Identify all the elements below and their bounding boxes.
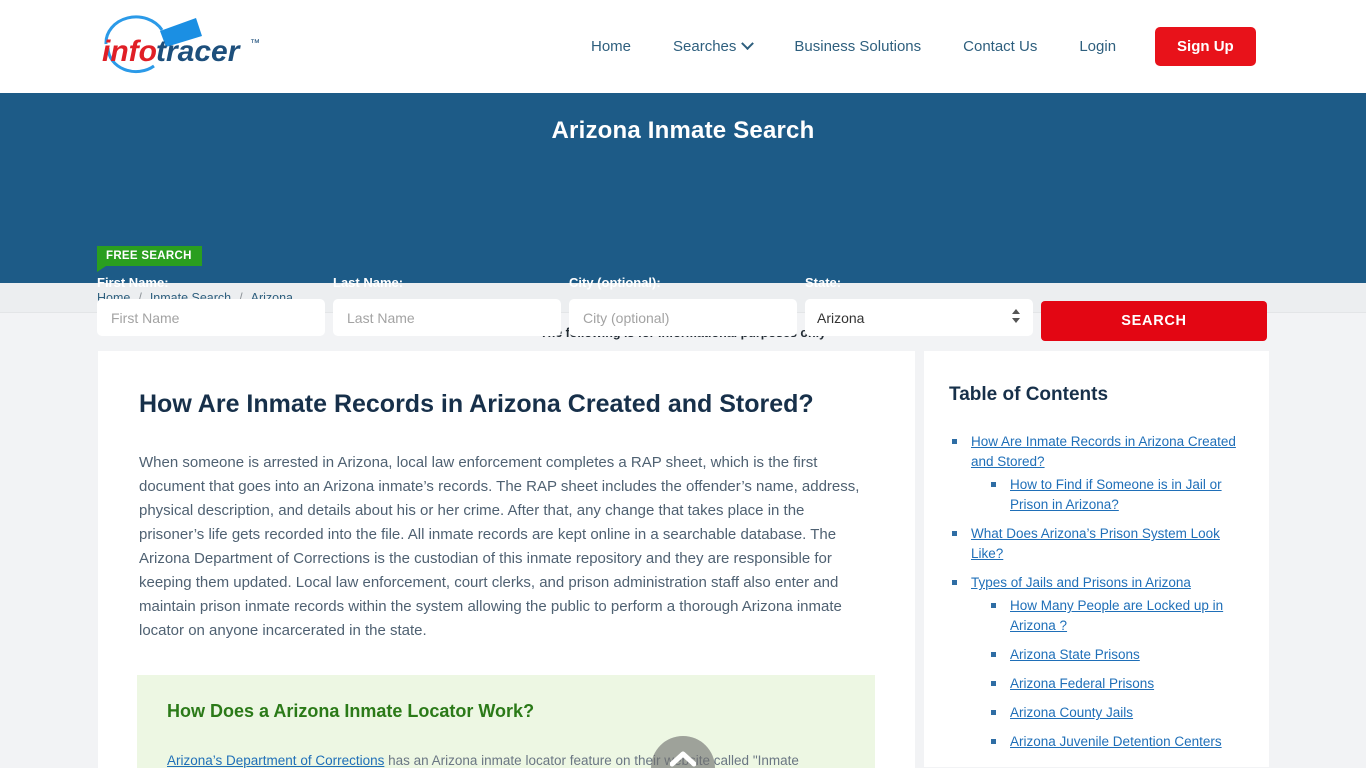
- article-paragraph: When someone is arrested in Arizona, loc…: [139, 454, 860, 639]
- nav-label: Home: [591, 38, 632, 55]
- search-button-group: SEARCH: [1041, 275, 1267, 341]
- toc-subitem[interactable]: Arizona State Prisons: [988, 645, 1245, 665]
- state-label: State:: [805, 275, 842, 290]
- chevron-down-icon: [741, 37, 755, 51]
- toc-link[interactable]: How Many People are Locked up in Arizona…: [1010, 596, 1245, 636]
- toc-subitem[interactable]: Arizona County Jails: [988, 703, 1245, 723]
- logo-svg: info tracer ™: [102, 15, 260, 74]
- nav-item-business-solutions[interactable]: Business Solutions: [773, 38, 942, 55]
- search-button[interactable]: SEARCH: [1041, 301, 1267, 341]
- callout-trailing-text: has an Arizona inmate locator feature on…: [384, 753, 799, 768]
- last-name-input[interactable]: [333, 299, 561, 336]
- page-body: How Are Inmate Records in Arizona Create…: [0, 351, 1366, 768]
- table-of-contents-card: Table of Contents How Are Inmate Records…: [924, 351, 1269, 767]
- sign-up-button[interactable]: Sign Up: [1155, 27, 1256, 66]
- site-header: info tracer ™ Home Searches Business Sol…: [0, 0, 1366, 93]
- nav-item-login[interactable]: Login: [1058, 38, 1137, 55]
- toc-subitem[interactable]: How Many People are Locked up in Arizona…: [988, 596, 1245, 636]
- city-input[interactable]: [569, 299, 797, 336]
- nav-label: Searches: [673, 38, 737, 55]
- toc-item[interactable]: What Does Arizona’s Prison System Look L…: [949, 524, 1245, 564]
- toc-subitem[interactable]: How to Find if Someone is in Jail or Pri…: [988, 475, 1245, 515]
- svg-text:tracer: tracer: [156, 35, 242, 68]
- nav-label: Business Solutions: [794, 38, 922, 55]
- infotracer-logo[interactable]: info tracer ™: [98, 14, 273, 78]
- toc-heading: Table of Contents: [949, 384, 1109, 405]
- callout-box: How Does a Arizona Inmate Locator Work? …: [137, 675, 875, 768]
- toc-subitem[interactable]: Arizona Juvenile Detention Centers: [988, 732, 1245, 752]
- city-label: City (optional):: [569, 275, 661, 290]
- nav-item-home[interactable]: Home: [570, 38, 652, 55]
- toc-link[interactable]: Arizona Juvenile Detention Centers: [1010, 732, 1222, 752]
- inmate-search-form: First Name: Last Name: City (optional): …: [97, 275, 1268, 341]
- state-field-group: State: Arizona: [805, 275, 1033, 336]
- callout-paragraph: Arizona’s Department of Corrections has …: [167, 750, 845, 768]
- callout-heading: How Does a Arizona Inmate Locator Work?: [167, 701, 535, 721]
- toc-link[interactable]: Arizona Federal Prisons: [1010, 674, 1154, 694]
- inmate-search-band: Arizona Inmate Search FREE SEARCH First …: [0, 93, 1366, 341]
- last-name-label: Last Name:: [333, 275, 404, 290]
- nav-label: Contact Us: [963, 38, 1038, 55]
- toc-sublist: How Many People are Locked up in Arizona…: [971, 596, 1245, 752]
- nav-item-searches[interactable]: Searches: [652, 37, 773, 55]
- last-name-field-group: Last Name:: [333, 275, 561, 336]
- toc-sublist: How to Find if Someone is in Jail or Pri…: [971, 475, 1245, 515]
- toc-item[interactable]: Types of Jails and Prisons in Arizona Ho…: [949, 573, 1245, 752]
- city-field-group: City (optional):: [569, 275, 797, 336]
- page-title: Arizona Inmate Search: [551, 117, 815, 144]
- free-search-badge: FREE SEARCH: [97, 246, 202, 272]
- toc-subitem[interactable]: Arizona Federal Prisons: [988, 674, 1245, 694]
- toc-link[interactable]: What Does Arizona’s Prison System Look L…: [971, 524, 1245, 564]
- toc-link[interactable]: Types of Jails and Prisons in Arizona: [971, 573, 1191, 593]
- first-name-label: First Name:: [97, 275, 169, 290]
- nav-label: Login: [1079, 38, 1117, 55]
- main-navigation: Home Searches Business Solutions Contact…: [570, 0, 1256, 93]
- nav-item-contact-us[interactable]: Contact Us: [942, 38, 1058, 55]
- article-card: How Are Inmate Records in Arizona Create…: [98, 351, 915, 768]
- chevron-up-icon: [670, 751, 696, 767]
- svg-text:™: ™: [250, 38, 260, 49]
- toc-link[interactable]: How Are Inmate Records in Arizona Create…: [971, 432, 1245, 472]
- svg-text:info: info: [102, 35, 157, 68]
- first-name-input[interactable]: [97, 299, 325, 336]
- article-heading: How Are Inmate Records in Arizona Create…: [139, 390, 814, 418]
- toc-list: How Are Inmate Records in Arizona Create…: [949, 432, 1245, 752]
- toc-item[interactable]: How Are Inmate Records in Arizona Create…: [949, 432, 1245, 515]
- first-name-field-group: First Name:: [97, 275, 325, 336]
- toc-link[interactable]: How to Find if Someone is in Jail or Pri…: [1010, 475, 1245, 515]
- toc-link[interactable]: Arizona County Jails: [1010, 703, 1133, 723]
- state-select[interactable]: Arizona: [805, 299, 1033, 336]
- toc-link[interactable]: Arizona State Prisons: [1010, 645, 1140, 665]
- doc-link[interactable]: Arizona’s Department of Corrections: [167, 753, 384, 768]
